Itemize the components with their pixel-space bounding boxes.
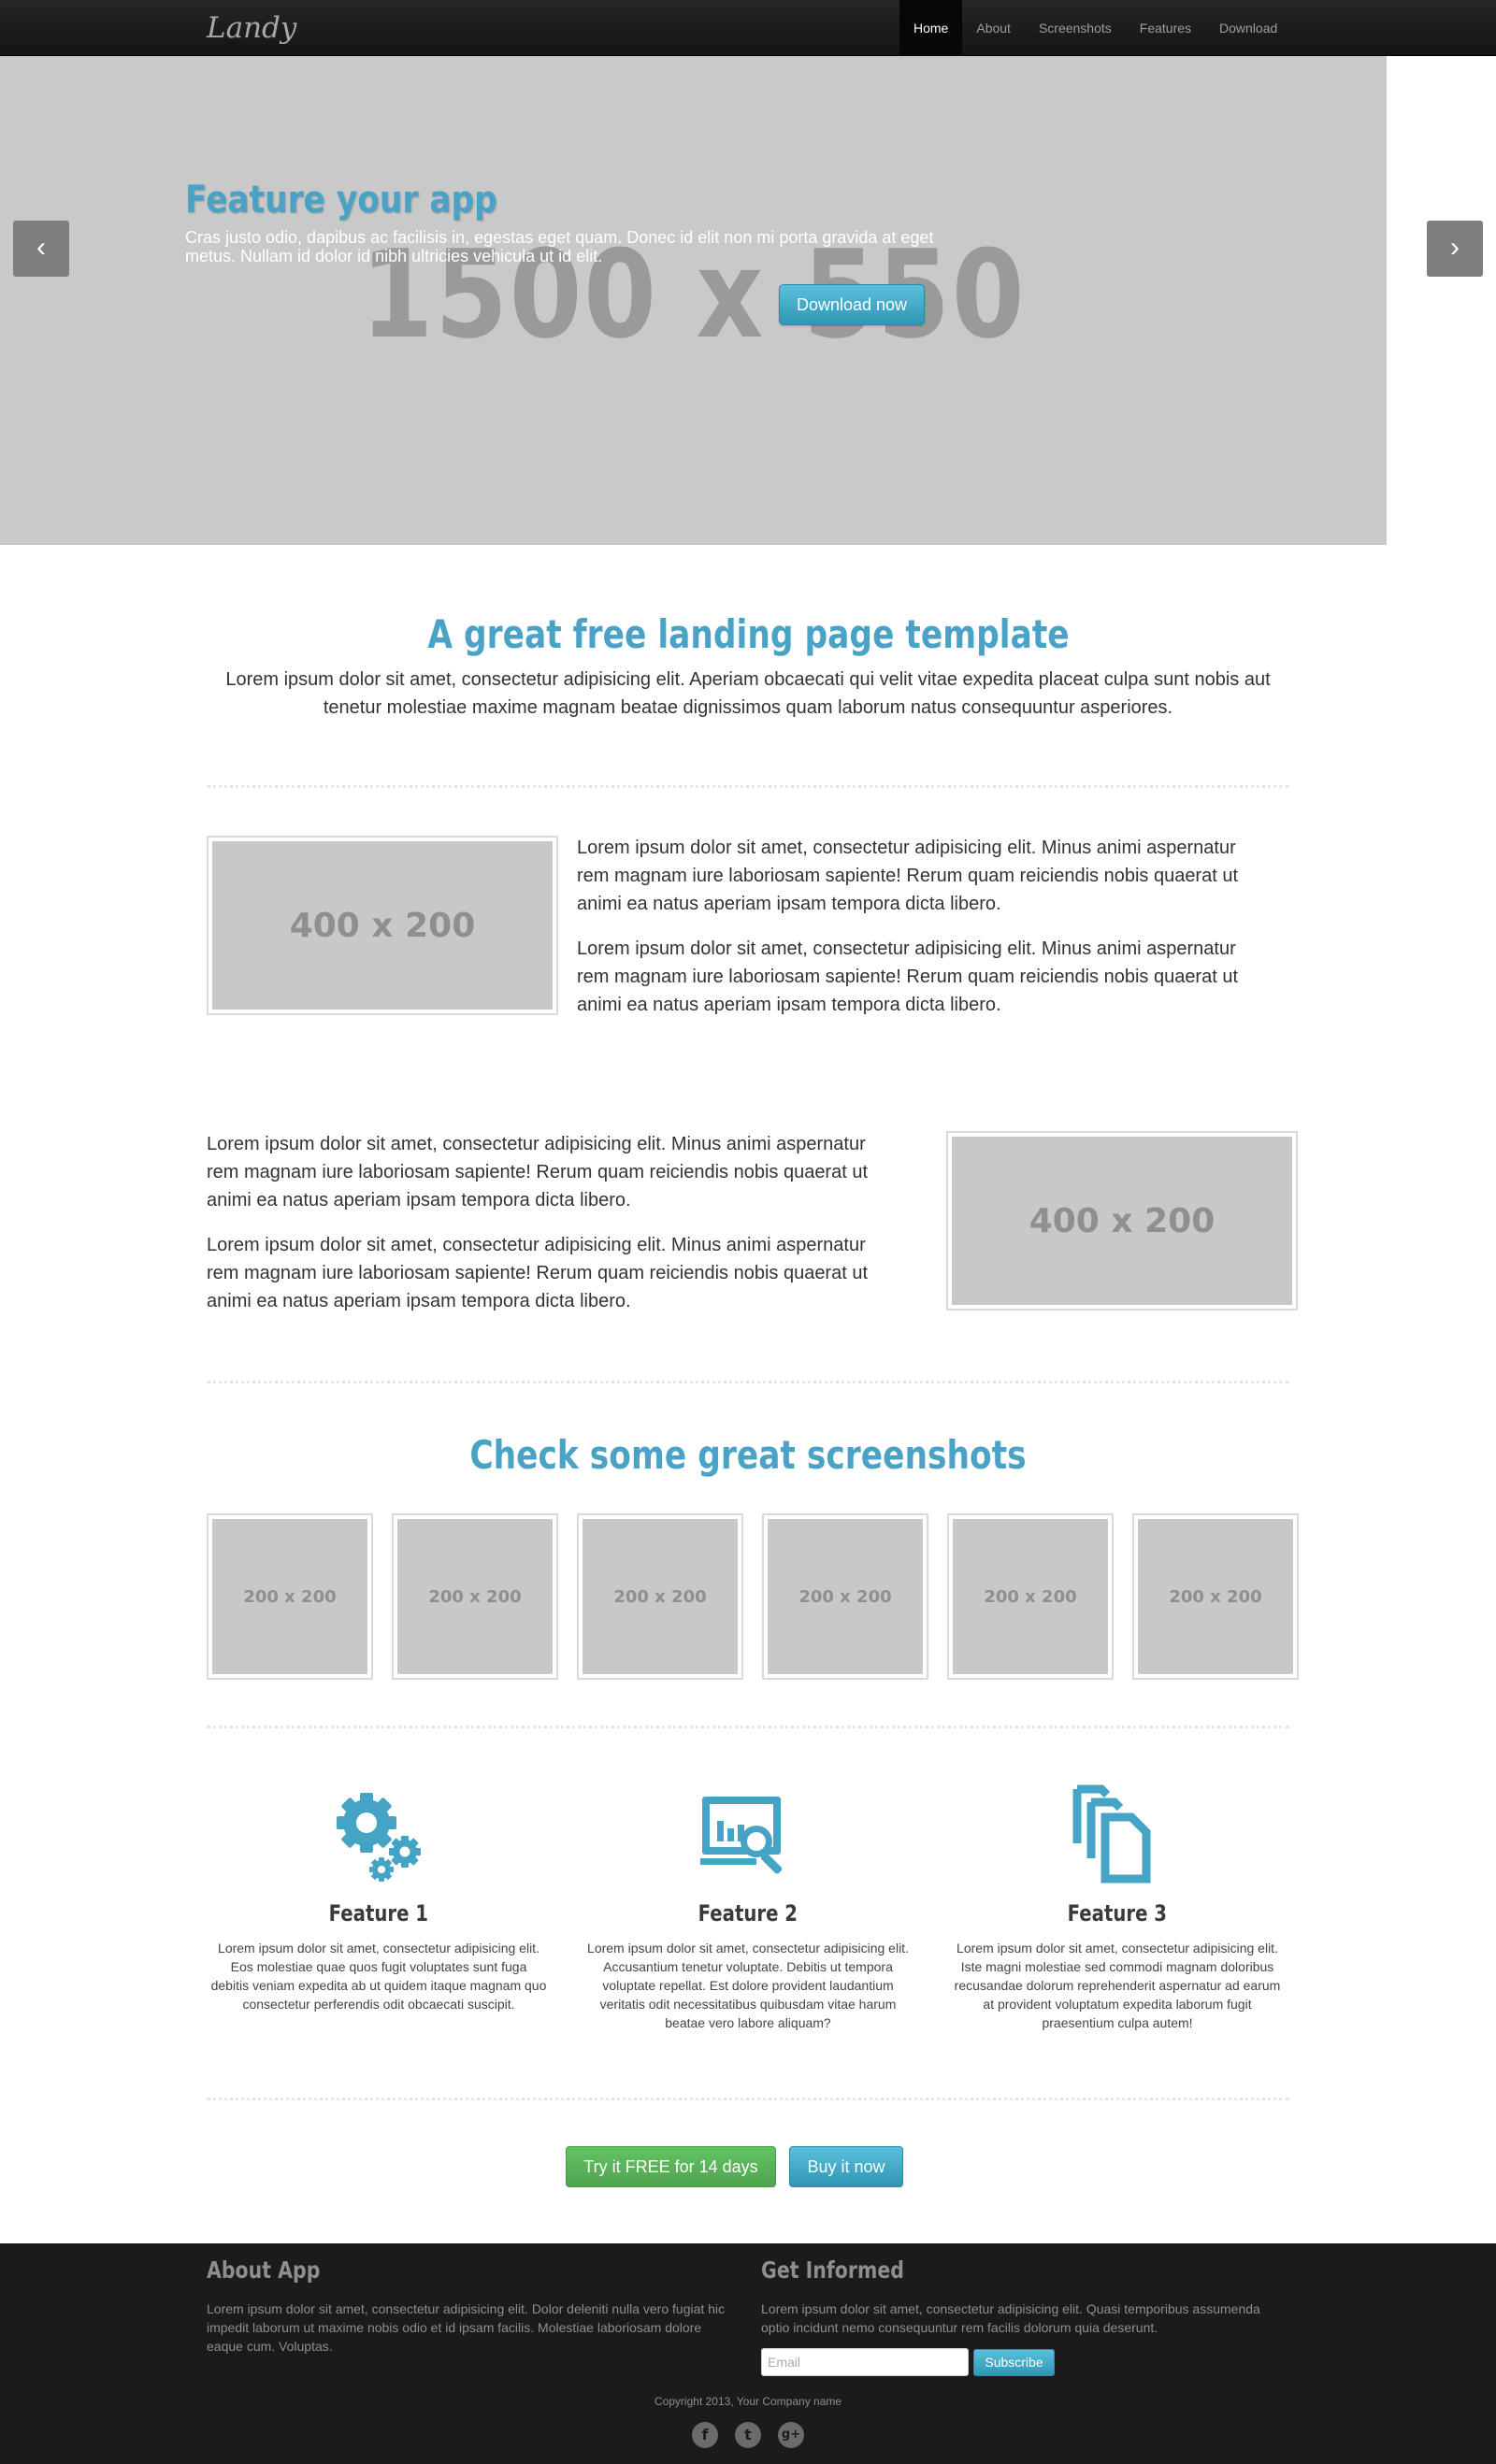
nav-item-about[interactable]: About — [962, 0, 1025, 56]
screenshot-label: 200 x 200 — [583, 1519, 738, 1674]
get-informed-text: Lorem ipsum dolor sit amet, consectetur … — [761, 2301, 1260, 2335]
gears-icon — [327, 1784, 430, 1886]
screenshot-label: 200 x 200 — [212, 1519, 367, 1674]
documents-icon — [1066, 1784, 1169, 1886]
twitter-icon[interactable]: t — [735, 2422, 761, 2448]
screenshot-thumb[interactable]: 200 x 200 — [207, 1513, 373, 1680]
feature-3-title: Feature 3 — [1067, 1900, 1168, 1927]
divider — [207, 2098, 1289, 2100]
feature-2: Feature 2 Lorem ipsum dolor sit amet, co… — [580, 1784, 916, 2032]
about-text: Lorem ipsum dolor sit amet, consectetur … — [207, 2301, 726, 2354]
download-now-button[interactable]: Download now — [779, 284, 925, 325]
feature-2-title: Feature 2 — [698, 1900, 798, 1927]
row2-paragraph-2: Lorem ipsum dolor sit amet, consectetur … — [207, 1235, 869, 1311]
screenshot-label: 200 x 200 — [953, 1519, 1108, 1674]
nav-item-home[interactable]: Home — [899, 0, 963, 56]
screenshot-thumb[interactable]: 200 x 200 — [392, 1513, 558, 1680]
hero-text: Cras justo odio, dapibus ac facilisis in… — [185, 228, 934, 265]
divider — [207, 1381, 1289, 1383]
row2-paragraph-1: Lorem ipsum dolor sit amet, consectetur … — [207, 1134, 869, 1211]
carousel-next-arrow-icon[interactable]: › — [1427, 221, 1483, 277]
row1-text: Lorem ipsum dolor sit amet, consectetur … — [577, 834, 1269, 1036]
email-input[interactable] — [761, 2348, 969, 2376]
divider — [207, 1726, 1289, 1728]
screenshot-label: 200 x 200 — [397, 1519, 553, 1674]
divider — [207, 785, 1289, 788]
feature-3: Feature 3 Lorem ipsum dolor sit amet, co… — [949, 1784, 1286, 2032]
row2-image: 400 x 200 — [946, 1131, 1298, 1311]
feature-1-text: Lorem ipsum dolor sit amet, consectetur … — [210, 1941, 547, 2012]
brand-logo[interactable]: Landy — [207, 7, 296, 49]
carousel-prev-arrow-icon[interactable]: ‹ — [13, 221, 69, 277]
navbar: Landy Home About Screenshots Features Do… — [0, 0, 1496, 56]
google-plus-icon[interactable]: g+ — [778, 2422, 804, 2448]
nav-menu: Home About Screenshots Features Download — [899, 0, 1291, 56]
row1-paragraph-1: Lorem ipsum dolor sit amet, consectetur … — [577, 838, 1239, 914]
row2-text: Lorem ipsum dolor sit amet, consectetur … — [207, 1130, 899, 1332]
screenshots-title: Check some great screenshots — [469, 1432, 1027, 1478]
row2-image-label: 400 x 200 — [952, 1137, 1292, 1305]
screenshot-thumb[interactable]: 200 x 200 — [762, 1513, 928, 1680]
screenshot-thumb[interactable]: 200 x 200 — [1132, 1513, 1299, 1680]
nav-item-download[interactable]: Download — [1205, 0, 1291, 56]
hero-title: Feature your app — [185, 179, 497, 222]
subscribe-button[interactable]: Subscribe — [973, 2349, 1055, 2376]
intro-text: Lorem ipsum dolor sit amet, consectetur … — [225, 669, 1271, 718]
hero-carousel: 1500 x 550 Feature your app Cras justo o… — [0, 56, 1387, 545]
nav-item-screenshots[interactable]: Screenshots — [1025, 0, 1126, 56]
screenshot-label: 200 x 200 — [768, 1519, 923, 1674]
feature-2-text: Lorem ipsum dolor sit amet, consectetur … — [587, 1941, 909, 2030]
screenshot-label: 200 x 200 — [1138, 1519, 1293, 1674]
analytics-search-icon — [697, 1784, 799, 1886]
screenshot-thumb[interactable]: 200 x 200 — [947, 1513, 1114, 1680]
facebook-icon[interactable]: f — [692, 2422, 718, 2448]
row1-image-label: 400 x 200 — [212, 841, 553, 1010]
screenshot-thumb[interactable]: 200 x 200 — [577, 1513, 743, 1680]
row1-paragraph-2: Lorem ipsum dolor sit amet, consectetur … — [577, 938, 1239, 1015]
feature-1-title: Feature 1 — [328, 1900, 429, 1927]
buy-now-button[interactable]: Buy it now — [789, 2146, 903, 2187]
about-title: About App — [207, 2256, 321, 2284]
row1-image: 400 x 200 — [207, 836, 558, 1015]
feature-1: Feature 1 Lorem ipsum dolor sit amet, co… — [210, 1784, 547, 2013]
intro-title: A great free landing page template — [426, 611, 1070, 657]
get-informed-title: Get Informed — [761, 2256, 904, 2284]
feature-3-text: Lorem ipsum dolor sit amet, consectetur … — [954, 1941, 1281, 2030]
nav-item-features[interactable]: Features — [1126, 0, 1205, 56]
free-trial-button[interactable]: Try it FREE for 14 days — [566, 2146, 776, 2187]
copyright-text: Copyright 2013, Your Company name — [654, 2395, 842, 2408]
